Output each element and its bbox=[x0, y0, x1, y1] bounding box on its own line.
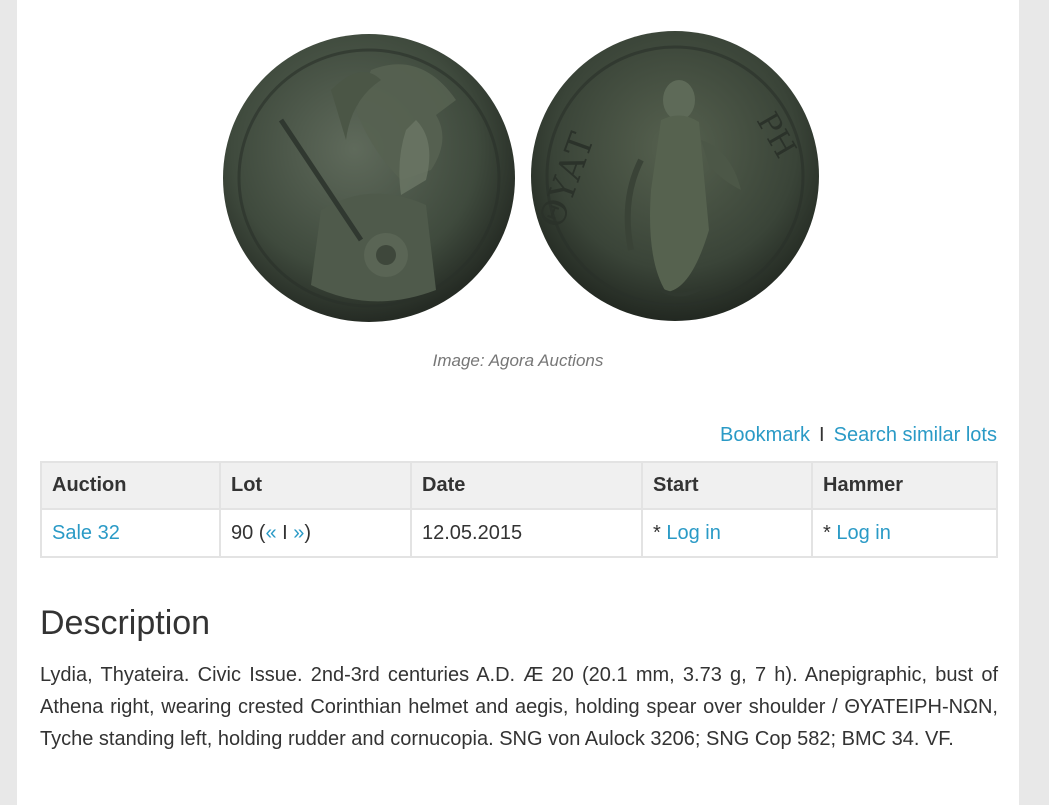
lot-actions: Bookmark I Search similar lots bbox=[720, 424, 997, 447]
lot-info-table: Auction Lot Date Start Hammer Sale 32 90… bbox=[40, 461, 998, 558]
start-login-link[interactable]: Log in bbox=[666, 522, 721, 544]
header-auction: Auction bbox=[40, 461, 221, 510]
hammer-cell: * Log in bbox=[811, 508, 998, 558]
lot-cell: 90 (« I ») bbox=[219, 508, 412, 558]
header-hammer: Hammer bbox=[811, 461, 998, 510]
description-heading: Description bbox=[40, 604, 211, 642]
next-lot-link[interactable]: » bbox=[293, 522, 304, 544]
bookmark-link[interactable]: Bookmark bbox=[720, 424, 810, 446]
header-date: Date bbox=[410, 461, 643, 510]
date-cell: 12.05.2015 bbox=[410, 508, 643, 558]
lot-nav-separator: I bbox=[282, 521, 288, 544]
actions-separator: I bbox=[819, 424, 825, 446]
description-text: Lydia, Thyateira. Civic Issue. 2nd-3rd c… bbox=[40, 664, 998, 750]
previous-lot-link[interactable]: « bbox=[265, 522, 276, 544]
search-similar-lots-link[interactable]: Search similar lots bbox=[834, 424, 997, 446]
table-row: Sale 32 90 (« I ») 12.05.2015 * Log in *… bbox=[40, 508, 998, 558]
header-start: Start bbox=[641, 461, 813, 510]
hammer-login-link[interactable]: Log in bbox=[836, 522, 891, 544]
coin-obverse bbox=[223, 34, 515, 322]
start-cell: * Log in bbox=[641, 508, 813, 558]
image-caption: Image: Agora Auctions bbox=[432, 351, 604, 370]
hammer-asterisk: * bbox=[823, 521, 831, 544]
coin-reverse: ΘΥΑΤ ΡΗ bbox=[531, 31, 819, 321]
header-lot: Lot bbox=[219, 461, 412, 510]
lot-number: 90 bbox=[231, 521, 254, 544]
auction-cell: Sale 32 bbox=[40, 508, 221, 558]
table-header-row: Auction Lot Date Start Hammer bbox=[40, 461, 998, 510]
start-asterisk: * bbox=[653, 521, 661, 544]
sale-link[interactable]: Sale 32 bbox=[52, 522, 120, 544]
lot-page: ΘΥΑΤ ΡΗ Image: Agora Auctions Bookmark I S… bbox=[17, 0, 1019, 805]
coin-image: ΘΥΑΤ ΡΗ bbox=[223, 31, 819, 322]
